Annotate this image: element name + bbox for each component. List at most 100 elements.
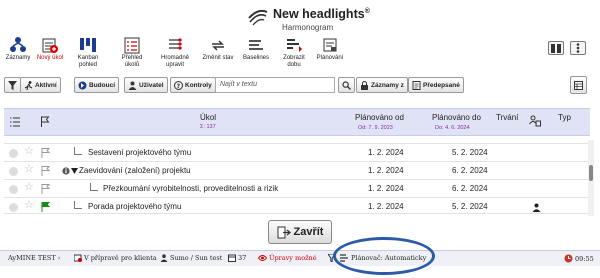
- more-vertical-icon: [576, 43, 580, 53]
- table-row[interactable]: ☆ Porada projektového týmu 1. 2. 2024 5.…: [4, 199, 590, 214]
- clock-icon: [564, 254, 573, 263]
- status-dot[interactable]: [9, 167, 18, 176]
- subtask-connector-icon: [90, 183, 98, 191]
- app-title: New headlights®: [273, 7, 370, 21]
- expand-arrow-icon[interactable]: [71, 168, 78, 174]
- filter-dropdown-button[interactable]: [4, 77, 21, 93]
- assignee-column-icon[interactable]: [529, 115, 541, 127]
- close-button[interactable]: Zavřít: [268, 220, 332, 244]
- column-task[interactable]: Úkol: [200, 113, 216, 122]
- runner-icon: [24, 80, 33, 90]
- flag-icon[interactable]: [41, 184, 51, 194]
- user-icon: [128, 81, 137, 90]
- page-subtitle: Harmonogram: [282, 23, 334, 32]
- document-icon: [412, 80, 421, 90]
- status-bar: AyMINE TEST › V přípravě pro klienta Sumo…: [0, 250, 600, 266]
- app-logo-icon: [248, 9, 268, 26]
- future-icon: [78, 81, 87, 89]
- change-state-button[interactable]: Změnit stav: [198, 36, 238, 76]
- flag-column-icon[interactable]: [40, 116, 51, 127]
- info-icon[interactable]: [62, 167, 70, 175]
- planned-to-value: 5. 2. 2024: [452, 148, 488, 157]
- task-name[interactable]: Sestavení projektového týmu: [88, 148, 191, 157]
- favorite-star-icon[interactable]: ☆: [24, 146, 34, 157]
- records-button[interactable]: Záznamy: [2, 36, 34, 76]
- baselines-button[interactable]: Baselines: [238, 36, 274, 76]
- planned-from-sub: Od: 7. 9. 2023: [358, 125, 393, 131]
- planned-from-value: 1. 2. 2024: [368, 166, 404, 175]
- new-task-button[interactable]: Nový úkol: [34, 36, 66, 76]
- favorite-star-icon[interactable]: ☆: [24, 164, 34, 175]
- task-name[interactable]: Přezkoumání vyrobitelnosti, proveditelno…: [103, 184, 278, 193]
- future-filter-button[interactable]: Budoucí: [74, 77, 119, 93]
- table-row-partial[interactable]: [4, 136, 590, 144]
- planning-icon: [323, 38, 337, 52]
- main-toolbar: Záznamy Nový úkol Kanban pohled Přehled …: [0, 36, 600, 76]
- eye-icon: [258, 255, 267, 261]
- user-filter-button[interactable]: Uživatel: [124, 77, 168, 93]
- subtask-connector-icon: [74, 201, 82, 209]
- table-row[interactable]: ☆ Zaevidování (založení) projektu 1. 2. …: [4, 163, 590, 180]
- flag-icon[interactable]: [41, 148, 51, 158]
- table-header: Úkol Σ: 137 Plánováno od Od: 7. 9. 2023 …: [4, 108, 590, 136]
- flag-icon[interactable]: [41, 166, 51, 176]
- preset-filter-button[interactable]: Předepsané: [408, 77, 464, 93]
- columns-icon: [551, 43, 561, 53]
- tree-icon: [10, 37, 26, 52]
- favorite-star-icon[interactable]: ☆: [24, 200, 34, 211]
- table-row[interactable]: ☆ Sestavení projektového týmu 1. 2. 2024…: [4, 145, 590, 162]
- new-task-icon: [42, 38, 58, 53]
- records-from-button[interactable]: Záznamy z: [356, 77, 408, 93]
- planned-to-value: 6. 2. 2024: [452, 184, 488, 193]
- favorite-star-icon[interactable]: ☆: [24, 182, 34, 193]
- kanban-icon: [80, 38, 96, 52]
- environment-label[interactable]: AyMINE TEST ›: [8, 254, 60, 262]
- exit-door-icon: [277, 226, 291, 238]
- search-button[interactable]: [338, 77, 355, 93]
- task-name[interactable]: Porada projektového týmu: [88, 202, 181, 211]
- planned-to-sub: Do: 4. 6. 2024: [435, 125, 470, 131]
- clock: 09:55: [564, 254, 594, 263]
- filter-icon: [8, 80, 17, 90]
- project-state[interactable]: V přípravě pro klienta: [74, 254, 157, 262]
- planned-to-value: 6. 2. 2024: [452, 166, 488, 175]
- chevron-right-icon: ›: [57, 254, 61, 262]
- person-icon: [532, 203, 541, 212]
- checks-filter-button[interactable]: ? Kontroly: [170, 77, 216, 93]
- task-name[interactable]: Zaevidování (založení) projektu: [79, 166, 191, 175]
- kanban-button[interactable]: Kanban pohled: [70, 36, 106, 76]
- column-type[interactable]: Typ: [558, 113, 571, 122]
- search-icon: [342, 80, 351, 90]
- column-planned-from[interactable]: Plánováno od: [355, 113, 404, 122]
- status-dot[interactable]: [9, 203, 18, 212]
- calendar-icon: [228, 254, 236, 262]
- show-time-button[interactable]: Zobrazit dobu: [276, 36, 312, 76]
- table-row[interactable]: ☆ Přezkoumání vyrobitelnosti, proveditel…: [4, 181, 590, 198]
- layout-toggle-button[interactable]: [548, 41, 564, 55]
- flag-green-icon[interactable]: [41, 202, 51, 212]
- baselines-icon: [249, 40, 263, 50]
- task-overview-button[interactable]: Přehled úkolů: [112, 36, 152, 76]
- scrollbar-thumb[interactable]: [589, 165, 593, 181]
- task-overview-icon: [124, 37, 140, 54]
- planning-button[interactable]: Plánování: [312, 36, 348, 76]
- column-planned-to[interactable]: Plánováno do: [432, 113, 481, 122]
- status-dot[interactable]: [9, 185, 18, 194]
- bulk-edit-icon: [169, 38, 182, 50]
- record-count[interactable]: 37: [228, 254, 246, 262]
- status-dot[interactable]: [9, 149, 18, 158]
- edit-mode[interactable]: Úpravy možné: [258, 254, 317, 262]
- more-menu-button[interactable]: [570, 41, 586, 55]
- help-icon: ?: [174, 80, 183, 90]
- column-settings-button[interactable]: [570, 76, 587, 94]
- search-input[interactable]: Najít v textu: [215, 77, 335, 93]
- list-options-icon[interactable]: [10, 117, 20, 127]
- current-user[interactable]: Sumo / Sun test: [160, 254, 222, 262]
- active-filter-button[interactable]: Aktivní: [20, 77, 61, 93]
- app-header: New headlights® Harmonogram: [0, 0, 600, 36]
- bulk-edit-button[interactable]: Hromadně upravit: [153, 36, 197, 76]
- task-count: Σ: 137: [200, 124, 216, 130]
- user-icon: [160, 254, 168, 262]
- column-duration[interactable]: Trvání: [496, 113, 518, 122]
- app-window: New headlights® Harmonogram Záznamy Nový…: [0, 0, 600, 278]
